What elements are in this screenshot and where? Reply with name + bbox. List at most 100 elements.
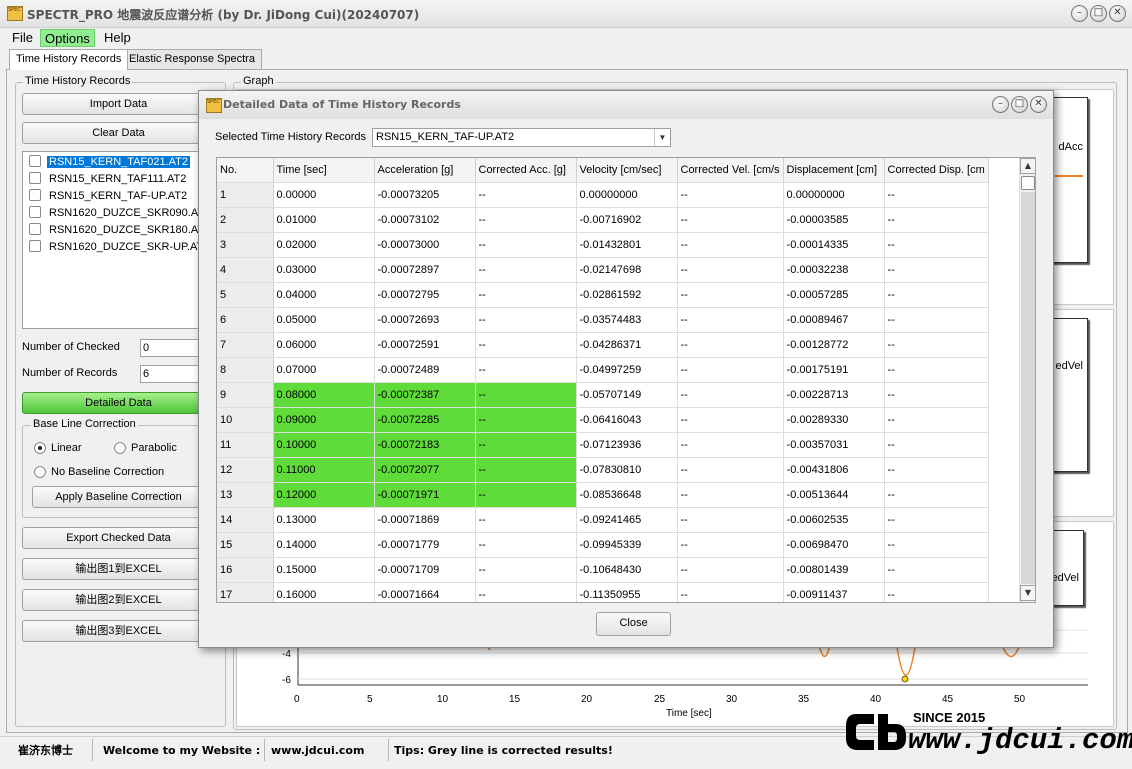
table-cell[interactable]: -- xyxy=(475,482,577,508)
table-cell[interactable]: -- xyxy=(677,332,784,358)
table-cell[interactable]: 0.09000 xyxy=(273,407,375,433)
row-number[interactable]: 2 xyxy=(217,207,274,233)
row-number[interactable]: 12 xyxy=(217,457,274,483)
table-cell[interactable]: -0.02147698 xyxy=(576,257,678,283)
table-cell[interactable]: -0.10648430 xyxy=(576,557,678,583)
table-cell[interactable]: 0.12000 xyxy=(273,482,375,508)
table-row[interactable]: 17 0.16000 -0.00071664 -- -0.11350955 -- -0.00… xyxy=(217,582,989,602)
row-number[interactable]: 1 xyxy=(217,182,274,208)
row-number[interactable]: 4 xyxy=(217,257,274,283)
table-cell[interactable]: -- xyxy=(677,482,784,508)
table-cell[interactable]: -- xyxy=(677,307,784,333)
table-cell[interactable]: -- xyxy=(884,507,989,533)
export-chart2-excel-button[interactable]: 输出图2到EXCEL xyxy=(22,589,215,611)
table-cell[interactable]: -- xyxy=(884,407,989,433)
table-cell[interactable]: -- xyxy=(884,282,989,308)
table-cell[interactable]: -- xyxy=(677,507,784,533)
table-cell[interactable]: 0.15000 xyxy=(273,557,375,583)
scroll-down-icon[interactable]: ▼ xyxy=(1020,585,1035,601)
menu-options[interactable]: Options xyxy=(40,29,95,47)
table-cell[interactable]: -- xyxy=(677,457,784,483)
table-cell[interactable]: -0.09945339 xyxy=(576,532,678,558)
table-cell[interactable]: -- xyxy=(884,307,989,333)
row-number[interactable]: 5 xyxy=(217,282,274,308)
table-cell[interactable]: -0.01432801 xyxy=(576,232,678,258)
row-number[interactable]: 17 xyxy=(217,582,274,602)
table-cell[interactable]: -- xyxy=(884,207,989,233)
column-header[interactable]: Corrected Acc. [g] xyxy=(475,158,577,183)
column-header[interactable]: No. xyxy=(217,158,274,183)
table-cell[interactable]: -0.00072077 xyxy=(374,457,476,483)
table-cell[interactable]: -0.00513644 xyxy=(783,482,885,508)
table-cell[interactable]: -0.07830810 xyxy=(576,457,678,483)
column-header[interactable]: Acceleration [g] xyxy=(374,158,476,183)
import-data-button[interactable]: Import Data xyxy=(22,93,215,115)
row-number[interactable]: 7 xyxy=(217,332,274,358)
export-chart3-excel-button[interactable]: 输出图3到EXCEL xyxy=(22,620,215,642)
table-cell[interactable]: -- xyxy=(475,407,577,433)
dialog-maximize-icon[interactable]: □ xyxy=(1011,96,1028,113)
table-row[interactable]: 2 0.01000 -0.00073102 -- -0.00716902 -- -0.000… xyxy=(217,207,989,233)
table-cell[interactable]: -- xyxy=(475,457,577,483)
list-item[interactable]: RSN1620_DUZCE_SKR-UP.AT2 xyxy=(25,239,209,256)
list-item[interactable]: RSN15_KERN_TAF-UP.AT2 xyxy=(25,188,199,205)
table-cell[interactable]: -0.11350955 xyxy=(576,582,678,602)
table-cell[interactable]: -0.07123936 xyxy=(576,432,678,458)
table-cell[interactable]: -- xyxy=(884,382,989,408)
table-cell[interactable]: -- xyxy=(677,207,784,233)
column-header[interactable]: Displacement [cm] xyxy=(783,158,885,183)
table-cell[interactable]: -0.00911437 xyxy=(783,582,885,602)
close-icon[interactable]: ✕ xyxy=(1109,5,1126,22)
table-cell[interactable]: 0.10000 xyxy=(273,432,375,458)
table-cell[interactable]: 0.01000 xyxy=(273,207,375,233)
scrollbar-thumb[interactable] xyxy=(1021,176,1035,190)
table-cell[interactable]: -0.00089467 xyxy=(783,307,885,333)
table-cell[interactable]: -0.00072387 xyxy=(374,382,476,408)
table-cell[interactable]: -- xyxy=(677,232,784,258)
table-cell[interactable]: 0.06000 xyxy=(273,332,375,358)
column-header[interactable]: Velocity [cm/sec] xyxy=(576,158,678,183)
row-number[interactable]: 6 xyxy=(217,307,274,333)
menu-help[interactable]: Help xyxy=(100,29,135,47)
table-cell[interactable]: -0.08536648 xyxy=(576,482,678,508)
table-row[interactable]: 12 0.11000 -0.00072077 -- -0.07830810 -- -0.00… xyxy=(217,457,989,483)
table-cell[interactable]: -- xyxy=(677,432,784,458)
table-cell[interactable]: -- xyxy=(677,182,784,208)
data-table[interactable]: No. Time [sec] Acceleration [g] Corrected A… xyxy=(216,157,1036,603)
record-checkbox[interactable] xyxy=(29,189,41,201)
table-cell[interactable]: 0.00000 xyxy=(273,182,375,208)
table-cell[interactable]: -0.00801439 xyxy=(783,557,885,583)
table-row[interactable]: 7 0.06000 -0.00072591 -- -0.04286371 -- -0.001… xyxy=(217,332,989,358)
table-cell[interactable]: -0.00073102 xyxy=(374,207,476,233)
clear-data-button[interactable]: Clear Data xyxy=(22,122,215,144)
table-cell[interactable]: -- xyxy=(884,182,989,208)
table-cell[interactable]: -- xyxy=(677,407,784,433)
table-cell[interactable]: -- xyxy=(475,382,577,408)
table-row[interactable]: 10 0.09000 -0.00072285 -- -0.06416043 -- -0.00… xyxy=(217,407,989,433)
table-cell[interactable]: -- xyxy=(475,532,577,558)
record-checkbox[interactable] xyxy=(29,172,41,184)
table-cell[interactable]: -- xyxy=(475,557,577,583)
table-cell[interactable]: -0.00698470 xyxy=(783,532,885,558)
table-row[interactable]: 14 0.13000 -0.00071869 -- -0.09241465 -- -0.00… xyxy=(217,507,989,533)
close-button[interactable]: Close xyxy=(596,612,671,636)
table-cell[interactable]: -0.03574483 xyxy=(576,307,678,333)
table-cell[interactable]: -0.00014335 xyxy=(783,232,885,258)
table-cell[interactable]: -- xyxy=(475,257,577,283)
table-cell[interactable]: 0.08000 xyxy=(273,382,375,408)
apply-baseline-button[interactable]: Apply Baseline Correction xyxy=(32,486,205,508)
table-cell[interactable]: 0.05000 xyxy=(273,307,375,333)
table-cell[interactable]: -0.00431806 xyxy=(783,457,885,483)
chevron-down-icon[interactable]: ▼ xyxy=(654,129,670,146)
record-checkbox[interactable] xyxy=(29,223,41,235)
table-row[interactable]: 5 0.04000 -0.00072795 -- -0.02861592 -- -0.000… xyxy=(217,282,989,308)
table-cell[interactable]: -- xyxy=(475,357,577,383)
table-cell[interactable]: -0.04997259 xyxy=(576,357,678,383)
list-item[interactable]: RSN15_KERN_TAF111.AT2 xyxy=(25,171,199,188)
table-cell[interactable]: -0.00072693 xyxy=(374,307,476,333)
table-cell[interactable]: 0.03000 xyxy=(273,257,375,283)
table-row[interactable]: 1 0.00000 -0.00073205 -- 0.00000000 -- 0.00000… xyxy=(217,182,989,208)
table-cell[interactable]: -- xyxy=(884,432,989,458)
table-cell[interactable]: -- xyxy=(475,207,577,233)
table-cell[interactable]: -0.00032238 xyxy=(783,257,885,283)
